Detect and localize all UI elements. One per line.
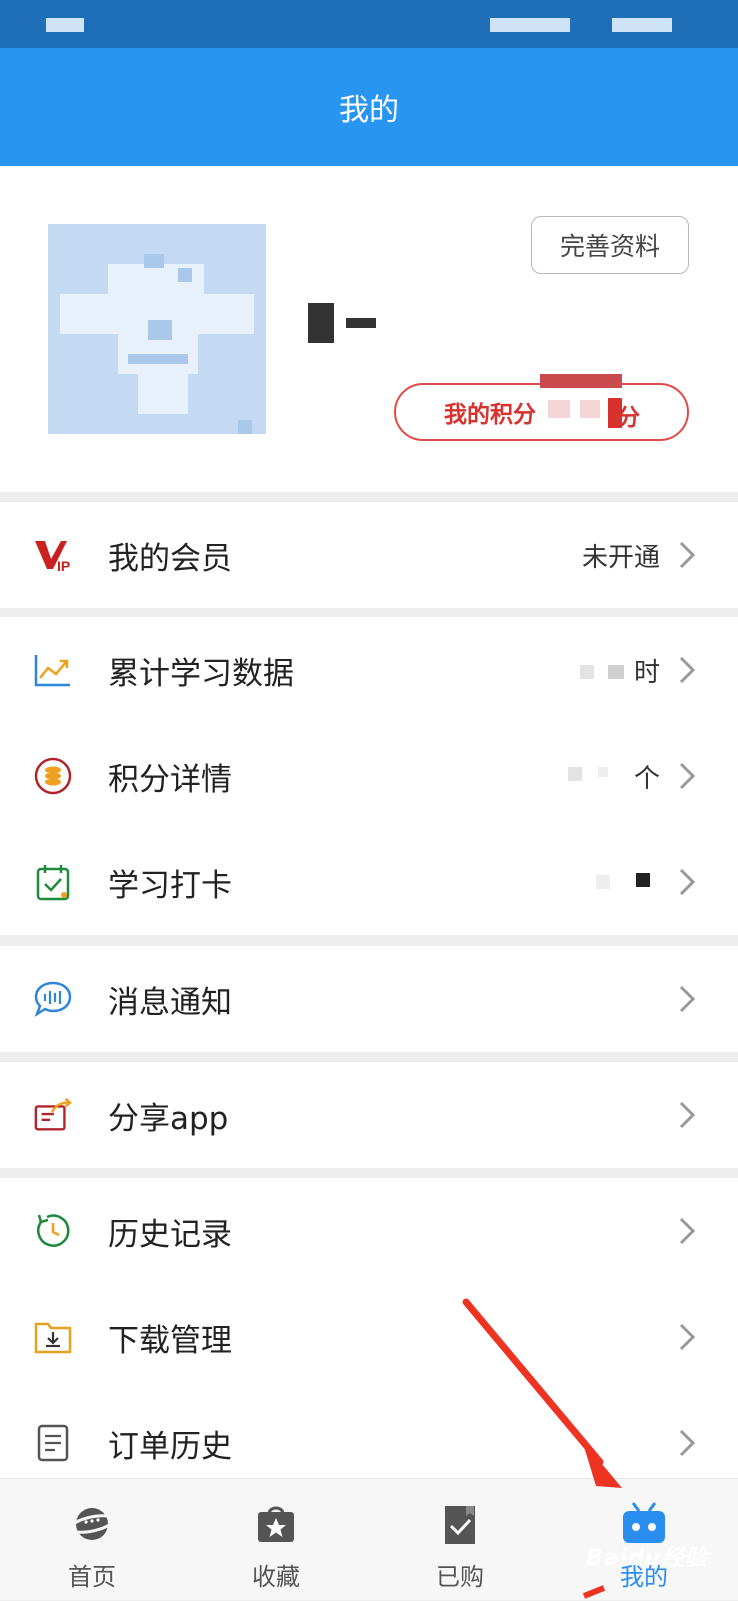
app-header: 我的 [0, 48, 738, 166]
star-bag-icon [251, 1501, 301, 1547]
tab-label: 收藏 [252, 1563, 300, 1591]
coins-icon [33, 756, 73, 796]
menu-item-downloads[interactable]: 下载管理 [0, 1284, 738, 1390]
menu-item-vip[interactable]: IP 我的会员 未开通 [0, 502, 738, 608]
message-bubble-icon [33, 979, 73, 1019]
menu-group-share: 分享app [0, 1062, 738, 1168]
menu-item-label: 积分详情 [108, 761, 232, 798]
menu-item-share[interactable]: 分享app [0, 1062, 738, 1168]
chevron-right-icon [672, 1095, 702, 1135]
chevron-right-icon [672, 862, 702, 902]
bottom-tab-bar: 首页 收藏 已购 我的 [0, 1478, 738, 1600]
points-value-redacted [540, 374, 622, 388]
chevron-right-icon [672, 535, 702, 575]
vip-status-value: 未开通 [581, 542, 660, 573]
tab-favorites[interactable]: 收藏 [184, 1479, 368, 1601]
study-data-value: 时 [633, 657, 660, 688]
avatar[interactable] [48, 224, 266, 434]
chevron-right-icon [672, 1317, 702, 1357]
chevron-right-icon [672, 1211, 702, 1251]
chevron-right-icon [672, 1423, 702, 1463]
menu-item-label: 订单历史 [108, 1428, 232, 1465]
download-folder-icon [33, 1317, 73, 1357]
menu-item-history[interactable]: 历史记录 [0, 1178, 738, 1284]
tab-label: 首页 [68, 1563, 116, 1591]
menu-item-checkin[interactable]: 学习打卡 [0, 829, 738, 935]
menu-item-label: 历史记录 [108, 1216, 232, 1253]
menu-group-messages: 消息通知 [0, 946, 738, 1052]
menu-item-label: 累计学习数据 [108, 655, 294, 692]
planet-icon [67, 1501, 117, 1547]
document-icon [33, 1423, 73, 1463]
tab-label: 已购 [436, 1563, 484, 1591]
vip-icon: IP [33, 535, 73, 575]
menu-item-messages[interactable]: 消息通知 [0, 946, 738, 1052]
username [308, 303, 376, 343]
history-clock-icon [33, 1211, 73, 1251]
menu-item-label: 分享app [108, 1100, 229, 1137]
menu-item-label: 下载管理 [108, 1322, 232, 1359]
menu-item-points-detail[interactable]: 积分详情 个 [0, 723, 738, 829]
status-bar-battery [612, 18, 672, 32]
menu-item-label: 消息通知 [108, 984, 232, 1021]
my-points-label: 我的积分 [444, 402, 536, 428]
profile-card: 完善资料 我的积分 分 [0, 166, 738, 492]
points-blur [548, 400, 570, 418]
my-points-button[interactable]: 我的积分 [394, 383, 689, 441]
menu-item-label: 我的会员 [108, 540, 232, 577]
status-bar-time [46, 18, 84, 32]
calendar-check-icon [33, 862, 73, 902]
menu-item-study-data[interactable]: 累计学习数据 时 [0, 617, 738, 723]
points-suffix: 分 [617, 405, 640, 431]
purchased-book-icon [435, 1501, 485, 1547]
status-bar-indicators [490, 18, 570, 32]
page-title: 我的 [339, 93, 399, 128]
menu-group-records: 历史记录 下载管理 订单历史 [0, 1178, 738, 1478]
menu-item-label: 学习打卡 [108, 867, 232, 904]
chevron-right-icon [672, 650, 702, 690]
menu-group-vip: IP 我的会员 未开通 [0, 502, 738, 608]
chevron-right-icon [672, 979, 702, 1019]
chevron-right-icon [672, 756, 702, 796]
edit-profile-button[interactable]: 完善资料 [531, 216, 689, 274]
line-chart-icon [33, 650, 73, 690]
svg-text:IP: IP [57, 558, 70, 573]
tab-purchased[interactable]: 已购 [368, 1479, 552, 1601]
points-detail-value: 个 [633, 763, 660, 794]
watermark: Baidu经验 [586, 1546, 708, 1571]
points-blur [580, 400, 600, 418]
status-bar [0, 0, 738, 48]
menu-group-study: 累计学习数据 时 积分详情 个 学习打卡 [0, 617, 738, 935]
tab-home[interactable]: 首页 [0, 1479, 184, 1601]
share-icon [33, 1095, 73, 1135]
